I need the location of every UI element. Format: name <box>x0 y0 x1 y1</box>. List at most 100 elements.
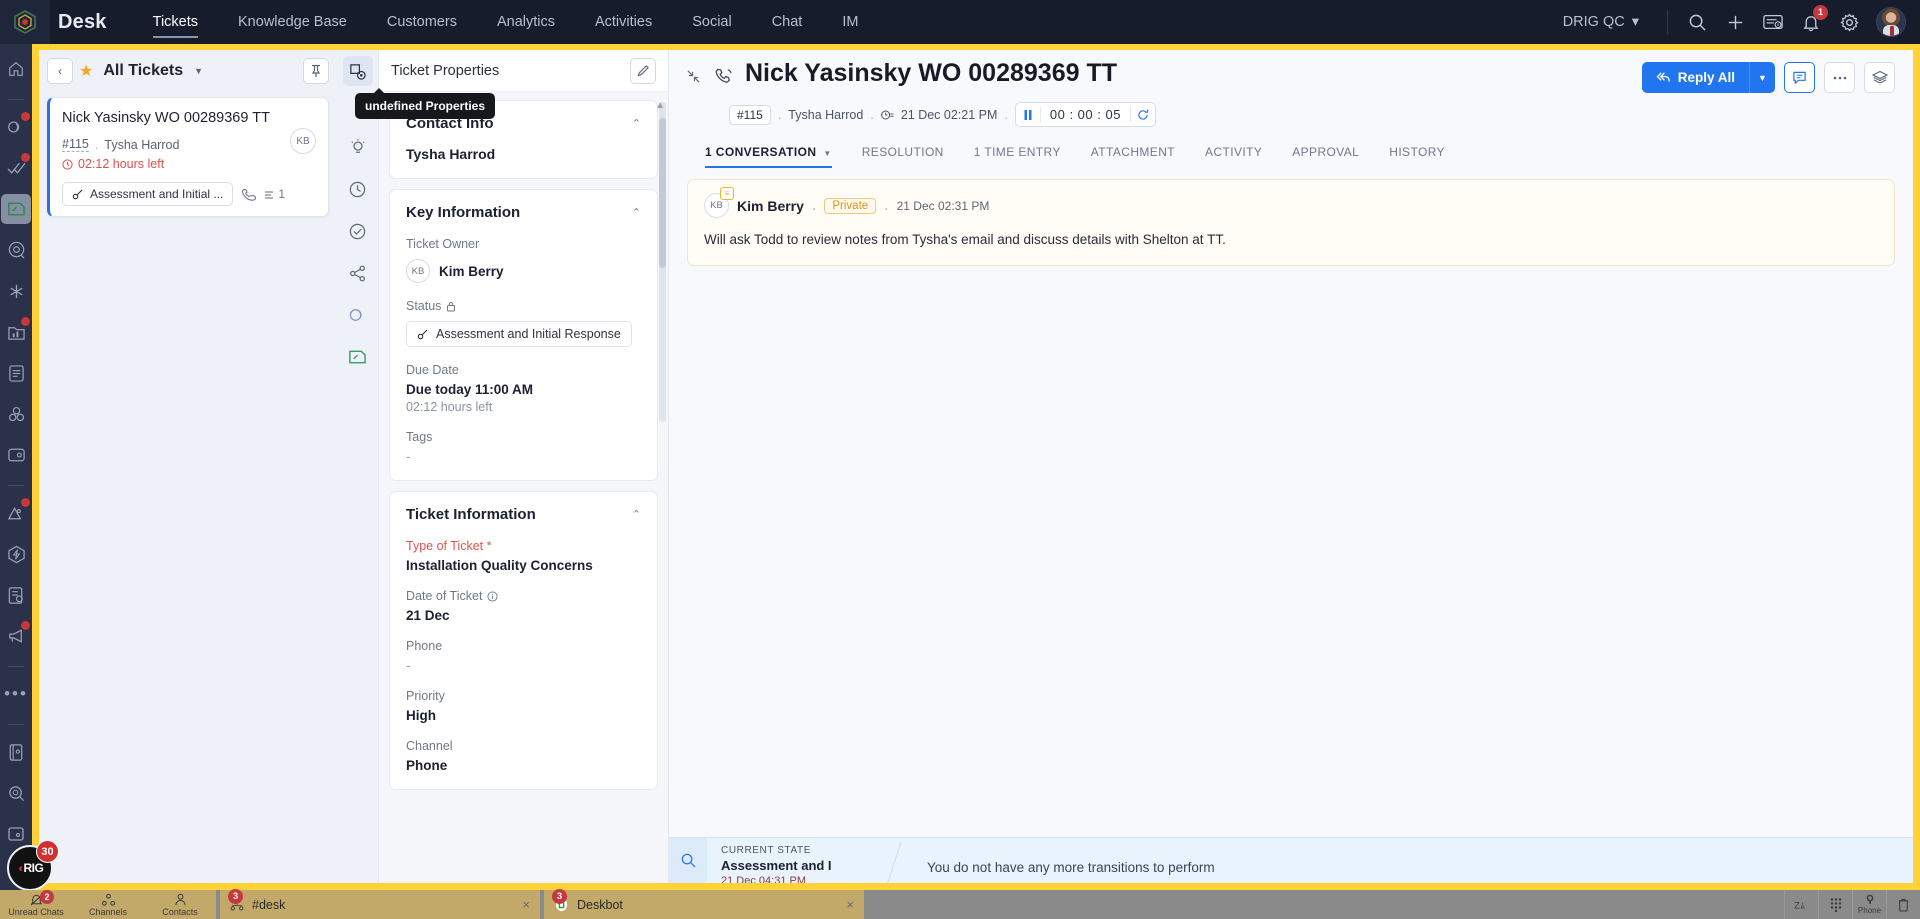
tab-conversation[interactable]: 1 CONVERSATION ▼ <box>705 139 848 168</box>
approval-icon[interactable] <box>343 216 373 246</box>
close-icon[interactable]: × <box>846 897 854 912</box>
collapse-arrows-icon[interactable] <box>687 70 700 83</box>
contact-name: Tysha Harrod <box>406 146 496 162</box>
notes-icon[interactable] <box>1754 3 1792 41</box>
phone-tray-icon[interactable]: Phone <box>1852 890 1886 919</box>
avatar: KB <box>290 128 316 154</box>
megaphone-icon[interactable] <box>1 621 31 651</box>
insight-icon[interactable] <box>343 132 373 162</box>
asterisk-icon[interactable] <box>1 276 31 306</box>
at-mention-icon[interactable] <box>1 235 31 265</box>
reply-options-button[interactable]: ▼ <box>1749 62 1775 93</box>
contacts-button[interactable]: Contacts <box>144 890 216 919</box>
lightning-icon[interactable] <box>1 539 31 569</box>
status-dot <box>21 498 30 507</box>
nav-item-customers[interactable]: Customers <box>367 0 477 44</box>
properties-icon[interactable] <box>342 56 373 86</box>
close-icon[interactable]: × <box>522 897 530 912</box>
chevron-down-icon[interactable]: ▼ <box>194 66 203 76</box>
nav-item-im[interactable]: IM <box>822 0 878 44</box>
search-circle-icon[interactable] <box>1 778 31 808</box>
channels-button[interactable]: Channels <box>72 890 144 919</box>
contacts-icon[interactable] <box>1 399 31 429</box>
nav-item-chat[interactable]: Chat <box>752 0 823 44</box>
chevron-up-icon[interactable]: ⌃ <box>632 206 641 219</box>
tab-attachment[interactable]: ATTACHMENT <box>1091 139 1191 168</box>
unread-chats-button[interactable]: Unread Chats 2 <box>0 890 72 919</box>
layers-icon[interactable] <box>1864 62 1895 93</box>
pin-icon[interactable] <box>303 58 329 84</box>
bell-icon[interactable]: 1 <box>1792 3 1830 41</box>
nav-item-analytics[interactable]: Analytics <box>477 0 575 44</box>
gear-icon[interactable] <box>1830 3 1868 41</box>
ticket-id[interactable]: #115 <box>62 137 89 153</box>
scrollbar-thumb[interactable] <box>659 118 666 268</box>
chevron-down-icon[interactable]: ▼ <box>823 149 831 158</box>
add-icon[interactable] <box>1716 3 1754 41</box>
tab-time-entry[interactable]: 1 TIME ENTRY <box>974 139 1077 168</box>
search-icon[interactable] <box>1678 3 1716 41</box>
trash-icon[interactable] <box>1886 890 1920 919</box>
app-frame: ‹ ★ All Tickets ▼ Nick Yasinsky WO 00289… <box>32 44 1920 890</box>
pencil-icon[interactable] <box>630 57 656 84</box>
tab-approval[interactable]: APPROVAL <box>1292 139 1375 168</box>
search-state-icon[interactable] <box>669 838 707 883</box>
taskbar-window-desk[interactable]: 3 #desk × <box>220 889 540 919</box>
folder-chart-icon[interactable] <box>1 317 31 347</box>
pause-icon[interactable] <box>1016 109 1040 120</box>
image-icon[interactable] <box>1 498 31 528</box>
clipboard-icon[interactable] <box>1 358 31 388</box>
properties-scroll-area[interactable]: Contact Info ⌃ Tysha Harrod Key Informat… <box>379 92 668 883</box>
reply-all-button[interactable]: Reply All <box>1641 62 1749 93</box>
link-badge-icon[interactable] <box>1 112 31 142</box>
ticket-list-title[interactable]: All Tickets <box>103 62 183 80</box>
ticket-contact[interactable]: Tysha Harrod <box>788 108 863 122</box>
wallet-icon[interactable] <box>1 440 31 470</box>
info-icon[interactable] <box>487 590 498 602</box>
nav-item-tickets[interactable]: Tickets <box>133 0 218 44</box>
ticket-icon[interactable] <box>1 194 31 224</box>
more-horizontal-icon[interactable] <box>1824 62 1855 93</box>
conversation-message[interactable]: KB ≡ Kim Berry . Private . 21 Dec 02:31 … <box>687 179 1895 267</box>
scrollbar[interactable]: ▲ <box>655 100 666 422</box>
current-state-block[interactable]: CURRENT STATE Assessment and I 21 Dec 04… <box>707 838 902 883</box>
nav-item-social[interactable]: Social <box>672 0 752 44</box>
report-icon[interactable] <box>1 580 31 610</box>
status-badge[interactable]: Assessment and Initial ... <box>62 182 234 207</box>
language-icon[interactable]: Zﾑ <box>1784 890 1818 919</box>
phone-icon[interactable] <box>241 187 257 202</box>
tab-resolution[interactable]: RESOLUTION <box>862 139 960 168</box>
drig-avatar-widget[interactable]: ◖RIG 30 <box>7 840 59 891</box>
chevron-up-icon[interactable]: ⌃ <box>632 117 641 130</box>
scroll-up-arrow-icon[interactable]: ▲ <box>655 100 665 111</box>
share-icon[interactable] <box>343 258 373 288</box>
ticket-owner-value[interactable]: KB Kim Berry <box>406 259 641 283</box>
type-of-ticket-label: Type of Ticket * <box>406 539 492 553</box>
history-icon[interactable] <box>343 174 373 204</box>
chat-icon[interactable] <box>343 342 373 372</box>
nav-item-knowledge-base[interactable]: Knowledge Base <box>218 0 367 44</box>
reset-icon[interactable] <box>1131 109 1155 121</box>
nav-item-activities[interactable]: Activities <box>575 0 672 44</box>
taskbar-window-deskbot[interactable]: 3 Deskbot × <box>544 889 864 919</box>
more-icon[interactable]: ••• <box>1 679 31 709</box>
tab-history[interactable]: HISTORY <box>1389 139 1461 168</box>
home-icon[interactable] <box>1 54 31 84</box>
book-icon[interactable] <box>1 737 31 767</box>
star-icon[interactable]: ★ <box>79 61 93 81</box>
chevron-left-icon[interactable]: ‹ <box>47 58 73 84</box>
chevron-up-icon[interactable]: ⌃ <box>632 508 641 521</box>
apps-grid-icon[interactable] <box>1818 890 1852 919</box>
link-icon[interactable] <box>343 300 373 330</box>
ticket-id[interactable]: #115 <box>729 104 771 125</box>
double-check-icon[interactable] <box>1 153 31 183</box>
org-selector[interactable]: DRIG QC ▾ <box>1545 14 1657 30</box>
ticket-list-item[interactable]: Nick Yasinsky WO 00289369 TT KB #115 . T… <box>47 97 329 218</box>
status-value[interactable]: Assessment and Initial Response <box>406 321 632 347</box>
app-logo-icon[interactable] <box>0 0 50 44</box>
comment-icon[interactable] <box>1784 62 1815 93</box>
thread-count[interactable]: 1 <box>264 187 285 201</box>
tab-activity[interactable]: ACTIVITY <box>1205 139 1278 168</box>
user-avatar[interactable] <box>1876 7 1906 37</box>
ticket-meta: #115 . Tysha Harrod <box>62 137 316 153</box>
